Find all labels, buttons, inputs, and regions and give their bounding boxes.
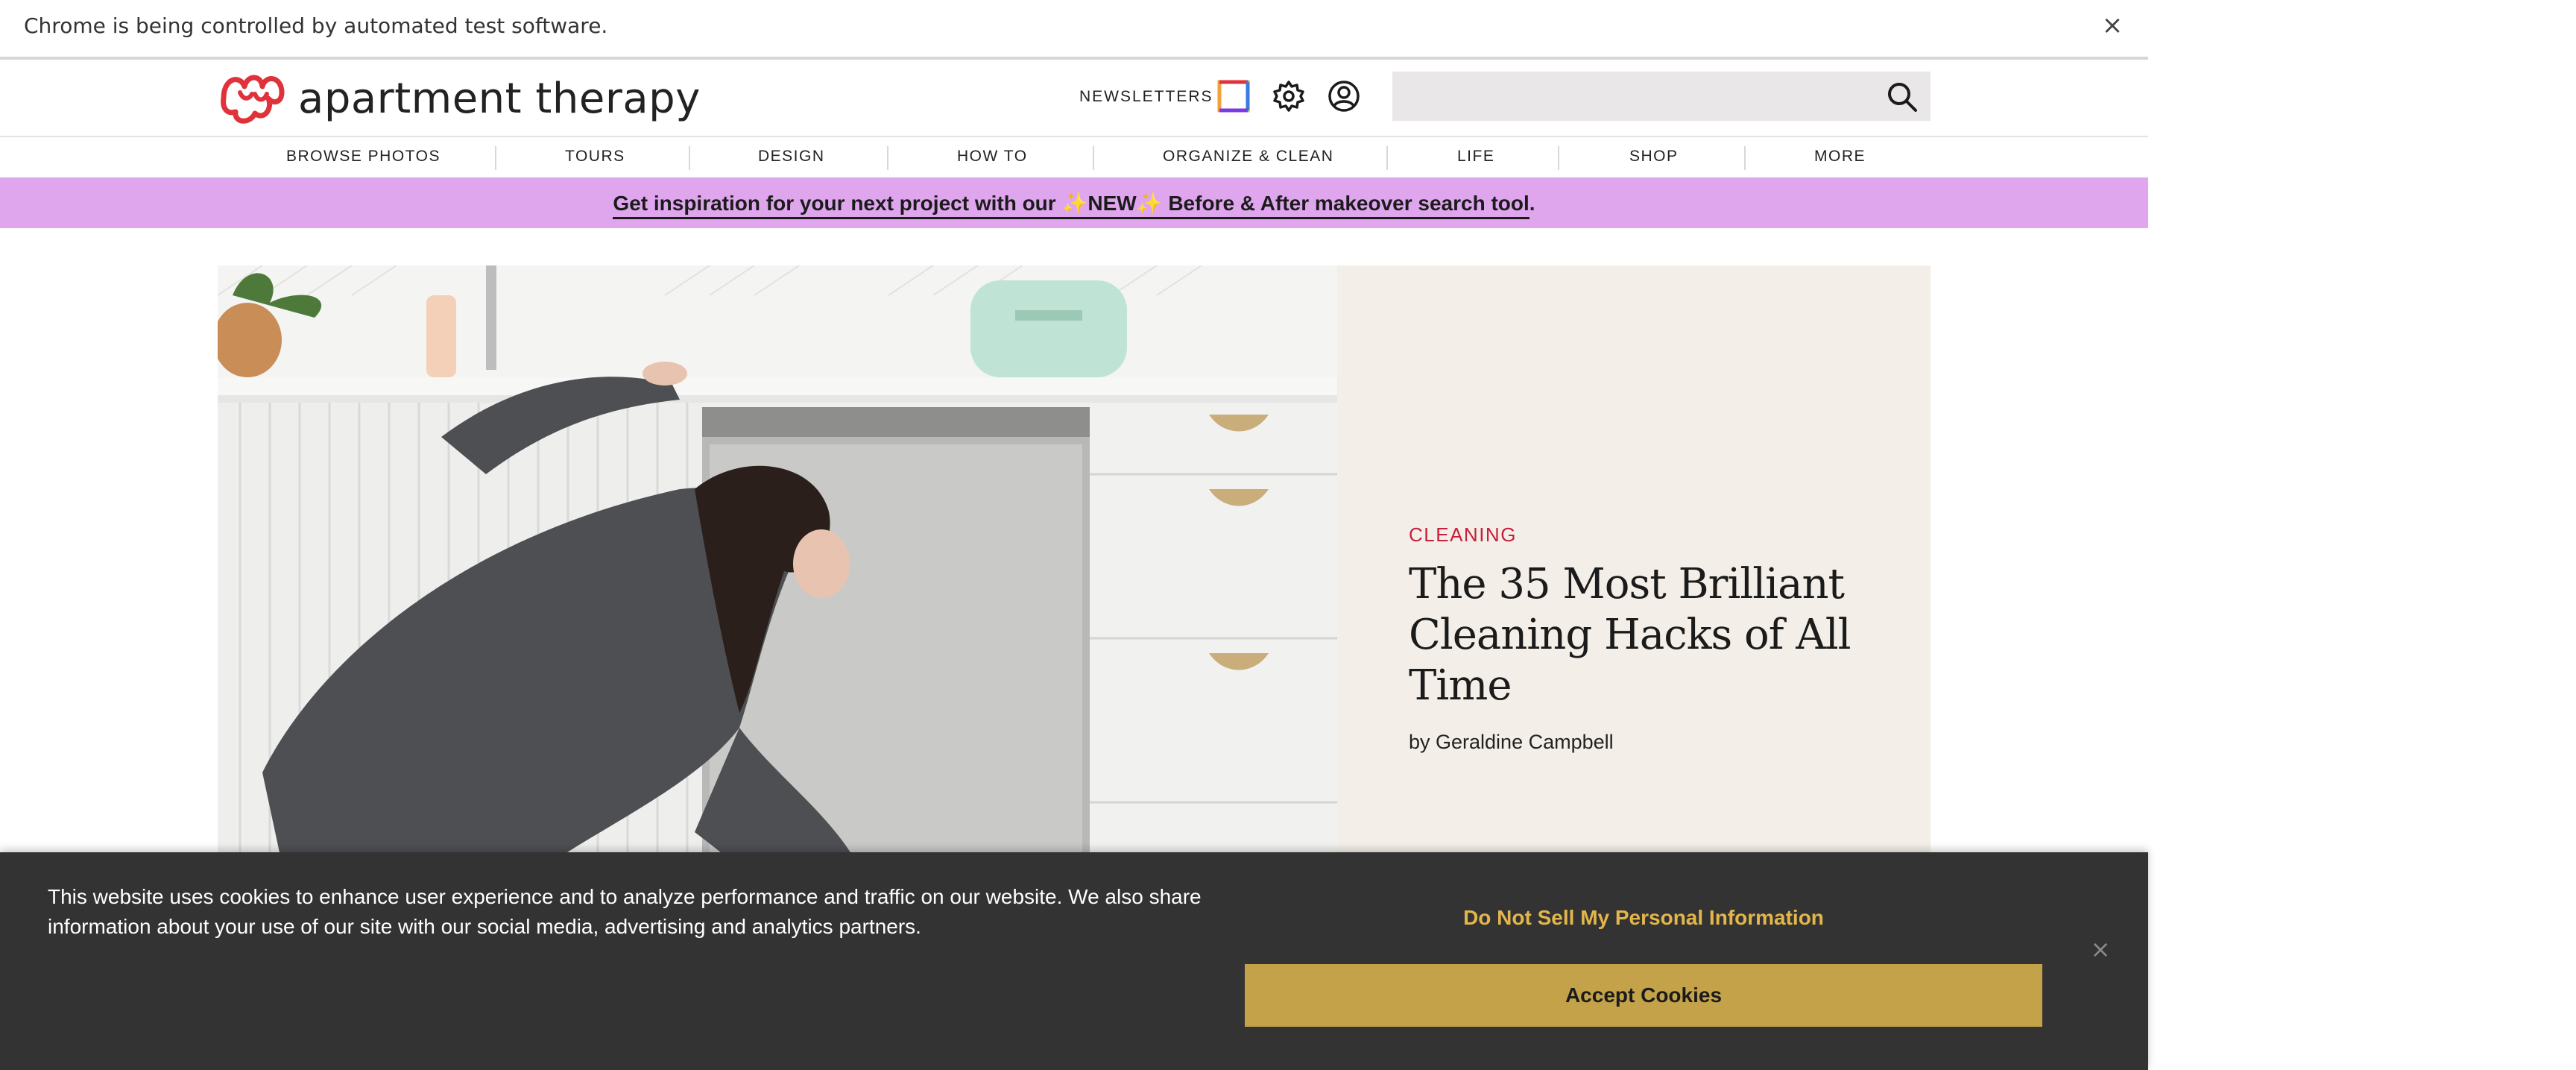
nav-item-tours[interactable]: TOURS: [565, 148, 625, 166]
do-not-sell-link[interactable]: Do Not Sell My Personal Information: [1245, 906, 2042, 930]
article-headline[interactable]: The 35 Most Brilliant Cleaning Hacks of …: [1409, 559, 1886, 711]
nav-divider: [1744, 146, 1746, 170]
infobar-close-icon[interactable]: ×: [2099, 12, 2126, 39]
newsletters-link[interactable]: NEWSLETTERS: [1079, 88, 1213, 106]
nav-divider: [1386, 146, 1388, 170]
accept-cookies-button[interactable]: Accept Cookies: [1245, 964, 2042, 1027]
nav-item-browse-photos[interactable]: BROWSE PHOTOS: [286, 148, 441, 166]
nav-item-how-to[interactable]: HOW TO: [957, 148, 1028, 166]
cookie-message: This website uses cookies to enhance use…: [48, 885, 1202, 938]
logo-mark-icon: [221, 75, 285, 124]
promo-period: .: [1529, 192, 1535, 215]
site-header: apartment therapy NEWSLETTERS: [0, 60, 2148, 137]
search-input[interactable]: [1392, 72, 1931, 121]
nav-divider: [1093, 146, 1094, 170]
color-square-icon[interactable]: [1216, 79, 1251, 113]
nav-item-organize-clean[interactable]: ORGANIZE & CLEAN: [1163, 148, 1333, 166]
main-nav: BROWSE PHOTOS TOURS DESIGN HOW TO ORGANI…: [0, 137, 2148, 177]
promo-text-after: Before & After makeover search tool: [1162, 192, 1530, 215]
promo-banner: Get inspiration for your next project wi…: [0, 177, 2148, 228]
cookie-close-icon[interactable]: ×: [2087, 936, 2114, 963]
nav-item-more[interactable]: MORE: [1814, 148, 1866, 166]
automation-infobar: Chrome is being controlled by automated …: [0, 0, 2148, 60]
logo-wordmark: apartment therapy: [298, 74, 701, 123]
sparkle-icon: ✨: [1136, 192, 1163, 215]
promo-text-before: Get inspiration for your next project wi…: [613, 192, 1062, 215]
article-byline: by Geraldine Campbell: [1409, 731, 1614, 753]
site-logo[interactable]: apartment therapy: [218, 70, 701, 127]
sparkle-icon: ✨: [1061, 192, 1088, 215]
promo-link[interactable]: Get inspiration for your next project wi…: [613, 191, 1530, 219]
nav-divider: [887, 146, 888, 170]
automation-message: Chrome is being controlled by automated …: [24, 13, 608, 38]
category-label[interactable]: CLEANING: [1409, 523, 1517, 547]
nav-item-life[interactable]: LIFE: [1457, 148, 1494, 166]
cookie-banner: This website uses cookies to enhance use…: [0, 852, 2148, 1070]
gear-icon[interactable]: [1272, 79, 1306, 113]
promo-new-label: NEW: [1087, 192, 1137, 215]
nav-item-shop[interactable]: SHOP: [1629, 148, 1679, 166]
search-icon[interactable]: [1886, 81, 1919, 113]
user-icon[interactable]: [1327, 79, 1361, 113]
nav-item-design[interactable]: DESIGN: [758, 148, 825, 166]
nav-divider: [1558, 146, 1559, 170]
nav-divider: [689, 146, 690, 170]
nav-divider: [495, 146, 496, 170]
